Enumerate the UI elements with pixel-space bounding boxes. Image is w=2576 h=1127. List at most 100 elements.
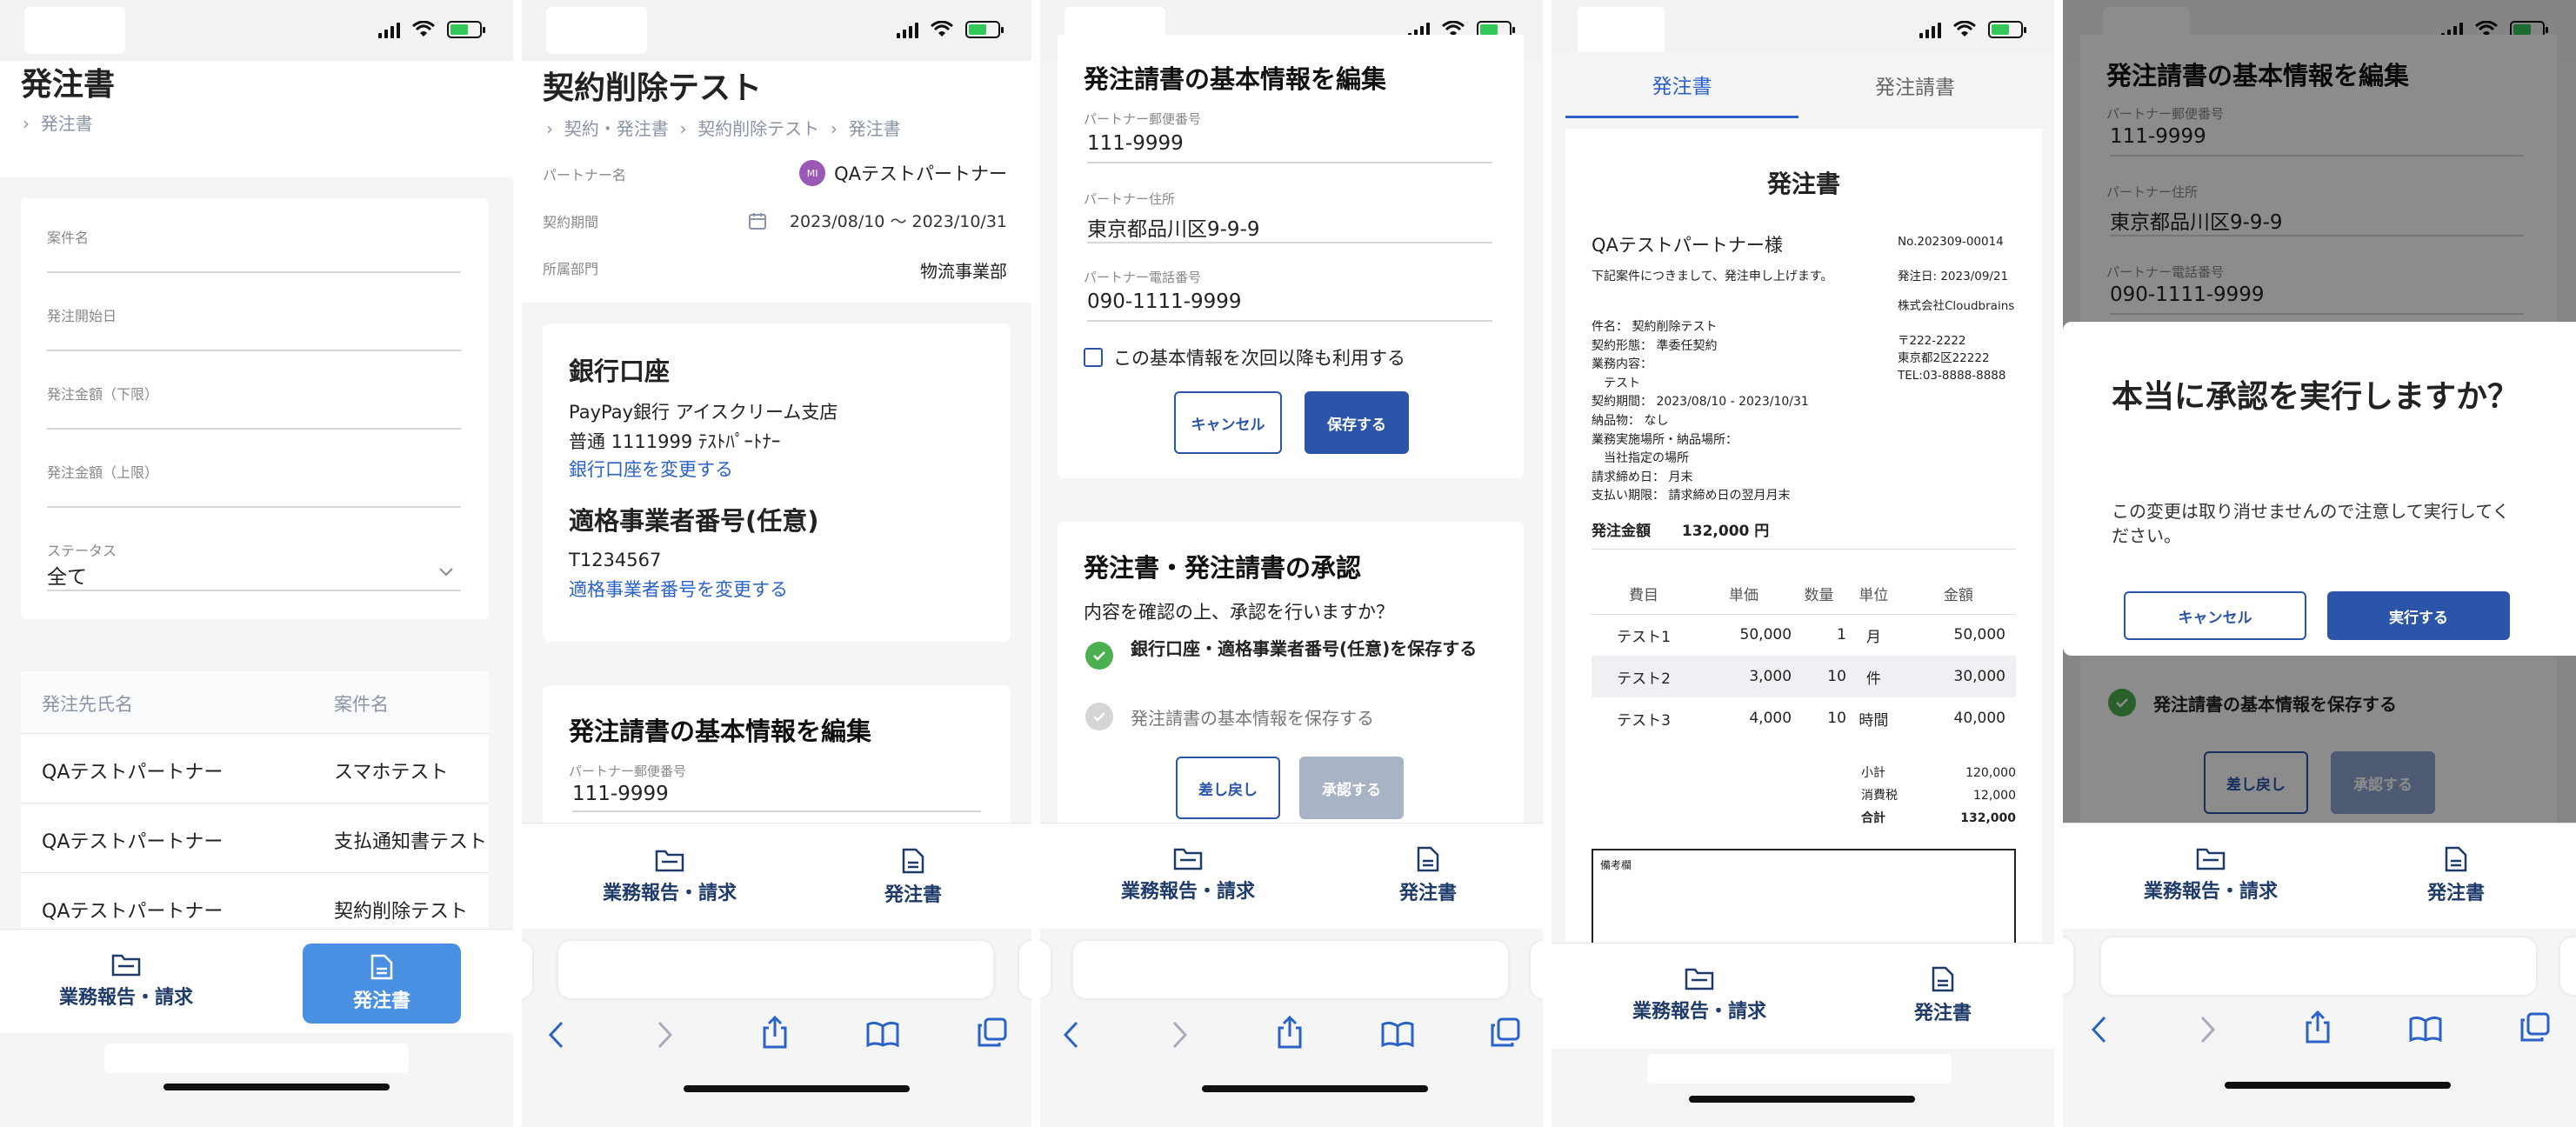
tab-po-doc[interactable]: 発注書 bbox=[1565, 52, 1799, 118]
tab-reports[interactable]: 業務報告・請求 bbox=[1604, 966, 1795, 1024]
bottom-tab-bar: 業務報告・請求 発注書 bbox=[522, 823, 1031, 929]
back-icon[interactable] bbox=[1063, 1021, 1080, 1049]
reject-button[interactable]: 差し戻し bbox=[1176, 757, 1280, 819]
min-amount-input[interactable] bbox=[47, 403, 461, 430]
tabs-icon[interactable] bbox=[2520, 1012, 2550, 1042]
address-bar[interactable] bbox=[558, 941, 993, 998]
table-row: テスト1 50,000 1 月 50,000 bbox=[1592, 614, 2016, 656]
tabs-icon[interactable] bbox=[978, 1017, 1007, 1047]
doc-title: 発注書 bbox=[1766, 170, 1840, 198]
forward-icon[interactable] bbox=[1171, 1021, 1188, 1049]
address-bar[interactable] bbox=[1073, 941, 1508, 998]
table-row: テスト3 4,000 10 時間 40,000 bbox=[1592, 697, 2016, 739]
table-row: テスト2 3,000 10 件 30,000 bbox=[1592, 656, 2016, 697]
bottom-tab-bar: 業務報告・請求 発注書 bbox=[1552, 943, 2054, 1049]
reuse-checkbox-row[interactable]: この基本情報を次回以降も利用する bbox=[1084, 344, 1405, 370]
approve-button[interactable]: 承認する bbox=[1299, 757, 1404, 819]
phone-screen-po-list: 発注書 › 発注書 案件名 発注開始日 発注金額（下限） 発注金額（上限） ステ… bbox=[0, 0, 513, 1127]
item-cell: テスト2 bbox=[1617, 670, 1671, 688]
max-amount-input[interactable] bbox=[47, 482, 461, 508]
tab-reports[interactable]: 業務報告・請求 bbox=[35, 952, 217, 1010]
share-icon[interactable] bbox=[762, 1016, 788, 1049]
postal-input[interactable]: 111-9999 bbox=[1087, 127, 1492, 163]
approval-title: 発注書・発注請書の承認 bbox=[1084, 553, 1362, 583]
chevron-right-icon: › bbox=[23, 113, 30, 134]
dept-label: 所属部門 bbox=[543, 261, 599, 277]
checkbox[interactable] bbox=[1084, 348, 1103, 367]
project-input[interactable] bbox=[47, 247, 461, 273]
tax-value: 12,000 bbox=[1973, 789, 2016, 803]
forward-icon[interactable] bbox=[2199, 1016, 2216, 1044]
address-input[interactable]: 東京都品川区9-9-9 bbox=[1087, 207, 1492, 243]
status-select[interactable]: 全て bbox=[47, 560, 461, 591]
save-button[interactable]: 保存する bbox=[1305, 391, 1409, 454]
bookmarks-icon[interactable] bbox=[1381, 1021, 1414, 1047]
phone-screen-po-document: 発注書 発注請書 発注書 QAテストパートナー様 下記案件につきまして、発注申し… bbox=[1552, 0, 2054, 1127]
dept-value: 物流事業部 bbox=[920, 261, 1007, 282]
bookmarks-icon[interactable] bbox=[866, 1021, 899, 1047]
share-icon[interactable] bbox=[1277, 1016, 1303, 1049]
step-done: 銀行口座・適格事業者番号(任意)を保存する bbox=[1085, 637, 1503, 670]
change-invoice-link[interactable]: 適格事業者番号を変更する bbox=[569, 576, 788, 602]
change-bank-link[interactable]: 銀行口座を変更する bbox=[569, 456, 733, 482]
signal-icon bbox=[897, 21, 918, 38]
company-tel: TEL:03-8888-8888 bbox=[1898, 369, 2006, 383]
tab-po-ack-doc[interactable]: 発注請書 bbox=[1799, 52, 2032, 118]
execute-button[interactable]: 実行する bbox=[2327, 591, 2510, 640]
column-header: 数量 bbox=[1804, 587, 1834, 605]
page-title: 発注書 bbox=[21, 67, 116, 103]
approval-question: 内容を確認の上、承認を行いますか？ bbox=[1084, 602, 1394, 623]
breadcrumb-item[interactable]: 発注書 bbox=[41, 113, 93, 134]
breadcrumb-item[interactable]: 契約削除テスト bbox=[697, 118, 819, 139]
tab-label: 業務報告・請求 bbox=[1632, 1001, 1766, 1023]
tab-reports[interactable]: 業務報告・請求 bbox=[1092, 846, 1284, 904]
cancel-button[interactable]: キャンセル bbox=[2124, 591, 2306, 640]
share-icon[interactable] bbox=[2305, 1010, 2331, 1044]
totals: 小計 120,000 消費税 12,000 合計 132,000 bbox=[1861, 762, 2016, 830]
item-cell: 50,000 bbox=[1739, 626, 1792, 644]
tab-po[interactable]: 発注書 bbox=[303, 944, 461, 1024]
item-cell: 1 bbox=[1837, 626, 1846, 644]
amount-value: 132,000 円 bbox=[1681, 523, 1770, 540]
tab-po[interactable]: 発注書 bbox=[2395, 846, 2517, 905]
confirm-dialog: 本当に承認を実行しますか？ この変更は取り消せませんので注意して実行してください… bbox=[2063, 322, 2576, 656]
period-label: 契約期間 bbox=[543, 214, 599, 230]
period-value: 2023/08/10 〜 2023/10/31 bbox=[748, 209, 1007, 232]
breadcrumb-item[interactable]: 契約・発注書 bbox=[564, 118, 669, 139]
tab-po[interactable]: 発注書 bbox=[852, 848, 974, 907]
tab-reports[interactable]: 業務報告・請求 bbox=[574, 848, 765, 905]
intro-text: 下記案件につきまして、発注申し上げます。 bbox=[1592, 270, 1833, 283]
project-cell: 支払通知書テスト bbox=[334, 831, 488, 853]
forward-icon[interactable] bbox=[656, 1021, 673, 1049]
phone-screen-contract-detail: 契約削除テスト › 契約・発注書 › 契約削除テスト › 発注書 パートナー名 … bbox=[522, 0, 1031, 1127]
cancel-button[interactable]: キャンセル bbox=[1174, 391, 1282, 454]
address-bar[interactable] bbox=[2101, 937, 2536, 995]
tabs-icon[interactable] bbox=[1491, 1017, 1520, 1047]
tab-reports[interactable]: 業務報告・請求 bbox=[2115, 846, 2306, 904]
item-cell: 4,000 bbox=[1749, 710, 1792, 727]
wifi-icon bbox=[1953, 21, 1976, 37]
detail-line: 当社指定の場所 bbox=[1592, 451, 1689, 466]
tab-label: 発注書 bbox=[2426, 883, 2485, 904]
tab-po[interactable]: 発注書 bbox=[1882, 966, 2004, 1025]
phone-input[interactable]: 090-1111-9999 bbox=[1087, 285, 1492, 322]
safari-toolbar bbox=[2063, 929, 2576, 1127]
back-icon[interactable] bbox=[548, 1021, 565, 1049]
item-cell: 10 bbox=[1827, 668, 1846, 685]
back-icon[interactable] bbox=[2091, 1016, 2108, 1044]
table-row[interactable]: QAテストパートナー 支払通知書テスト bbox=[21, 804, 489, 873]
table-row[interactable]: QAテストパートナー スマホテスト bbox=[21, 734, 489, 804]
column-header: 発注先氏名 bbox=[42, 694, 133, 715]
postal-input[interactable]: 111-9999 bbox=[572, 779, 981, 812]
remarks-box: 備考欄 bbox=[1592, 849, 2016, 946]
detail-line: 支払い期限： 請求締め日の翌月月末 bbox=[1592, 489, 1791, 503]
start-date-input[interactable] bbox=[47, 325, 461, 351]
dialog-body: この変更は取り消せませんので注意して実行してください。 bbox=[2112, 501, 2510, 546]
item-cell: 30,000 bbox=[1953, 668, 2005, 685]
item-cell: テスト3 bbox=[1617, 711, 1671, 730]
bookmarks-icon[interactable] bbox=[2409, 1016, 2442, 1042]
tab-po[interactable]: 発注書 bbox=[1367, 846, 1489, 905]
document-icon bbox=[2445, 846, 2467, 872]
folder-icon bbox=[1173, 848, 1203, 870]
phone-label: パートナー電話番号 bbox=[1084, 270, 1202, 285]
